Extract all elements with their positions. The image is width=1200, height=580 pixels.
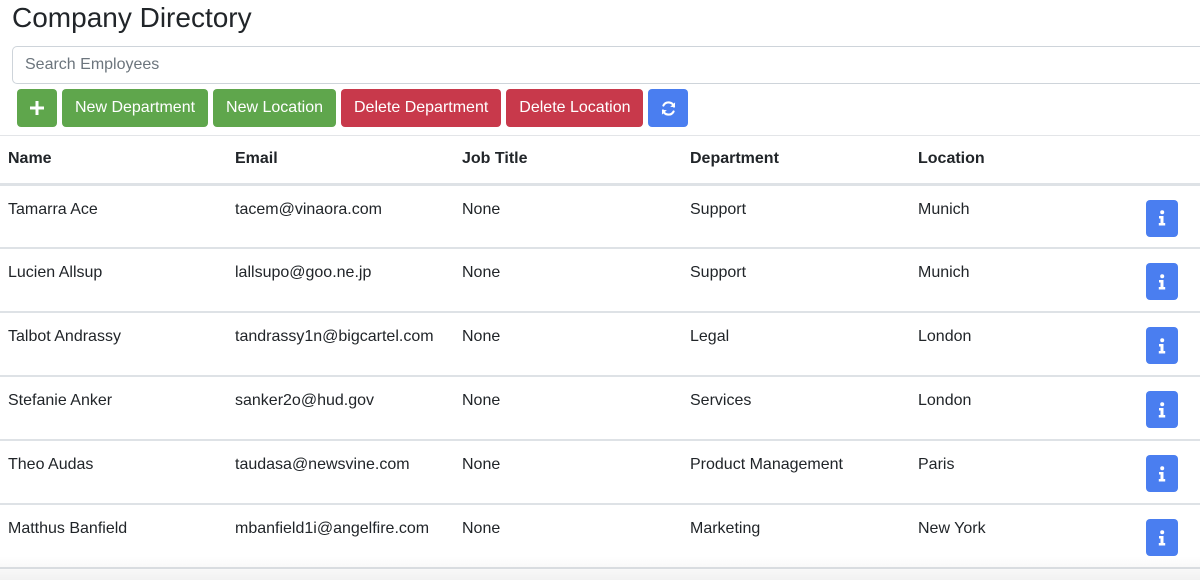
info-button[interactable] (1146, 199, 1178, 237)
cell-email: tacem@vinaora.com (227, 184, 454, 249)
cell-actions (1138, 504, 1200, 569)
table-body: Tamarra Ace tacem@vinaora.com None Suppo… (0, 184, 1200, 569)
refresh-icon (661, 100, 676, 116)
cell-job-title: None (454, 248, 682, 313)
cell-name: Theo Audas (0, 440, 227, 505)
column-header-name[interactable]: Name (0, 136, 227, 186)
cell-job-title: None (454, 184, 682, 249)
column-header-department[interactable]: Department (682, 136, 910, 186)
cell-job-title: None (454, 376, 682, 441)
table-row: Talbot Andrassy tandrassy1n@bigcartel.co… (0, 312, 1200, 377)
cell-job-title: None (454, 440, 682, 505)
cell-department: Support (682, 184, 910, 249)
cell-actions (1138, 440, 1200, 505)
cell-location: Munich (910, 184, 1138, 249)
cell-department: Product Management (682, 440, 910, 505)
plus-icon (30, 101, 44, 115)
info-icon (1158, 210, 1166, 226)
info-button[interactable] (1146, 391, 1178, 428)
cell-location: Paris (910, 440, 1138, 505)
cell-actions (1138, 184, 1200, 249)
cell-name: Talbot Andrassy (0, 312, 227, 377)
info-button[interactable] (1146, 263, 1178, 300)
column-header-actions (1138, 136, 1200, 186)
column-header-email[interactable]: Email (227, 136, 454, 186)
table-header-row: Name Email Job Title Department Location (0, 136, 1200, 186)
cell-name: Lucien Allsup (0, 248, 227, 313)
info-icon (1158, 337, 1166, 353)
cell-job-title: None (454, 312, 682, 377)
cell-location: New York (910, 504, 1138, 569)
info-button[interactable] (1146, 327, 1178, 364)
cell-department: Support (682, 248, 910, 313)
cell-department: Legal (682, 312, 910, 377)
delete-department-button[interactable]: Delete Department (341, 89, 502, 127)
table-row: Tamarra Ace tacem@vinaora.com None Suppo… (0, 184, 1200, 249)
cell-department: Marketing (682, 504, 910, 569)
cell-email: tandrassy1n@bigcartel.com (227, 312, 454, 377)
cell-actions (1138, 312, 1200, 377)
cell-email: mbanfield1i@angelfire.com (227, 504, 454, 569)
info-icon (1158, 529, 1166, 545)
info-icon (1158, 401, 1166, 417)
cell-location: Munich (910, 248, 1138, 313)
cell-name: Stefanie Anker (0, 376, 227, 441)
new-department-button[interactable]: New Department (62, 89, 209, 127)
info-button[interactable] (1146, 455, 1178, 492)
column-header-job-title[interactable]: Job Title (454, 136, 682, 186)
cell-department: Services (682, 376, 910, 441)
employee-table: Name Email Job Title Department Location… (0, 136, 1200, 569)
table-row: Matthus Banfield mbanfield1i@angelfire.c… (0, 504, 1200, 569)
cell-name: Tamarra Ace (0, 184, 227, 249)
info-icon (1158, 273, 1166, 289)
cell-email: lallsupo@goo.ne.jp (227, 248, 454, 313)
table-row: Lucien Allsup lallsupo@goo.ne.jp None Su… (0, 248, 1200, 313)
column-header-location[interactable]: Location (910, 136, 1138, 186)
cell-actions (1138, 376, 1200, 441)
new-location-button[interactable]: New Location (213, 89, 336, 127)
cell-email: sanker2o@hud.gov (227, 376, 454, 441)
cell-actions (1138, 248, 1200, 313)
info-button[interactable] (1146, 519, 1178, 556)
toolbar: New Department New Location Delete Depar… (17, 89, 689, 127)
table-row: Stefanie Anker sanker2o@hud.gov None Ser… (0, 376, 1200, 441)
delete-location-button[interactable]: Delete Location (506, 89, 644, 127)
cell-job-title: None (454, 504, 682, 569)
cell-location: London (910, 312, 1138, 377)
cell-location: London (910, 376, 1138, 441)
refresh-button[interactable] (648, 89, 689, 127)
table-row: Theo Audas taudasa@newsvine.com None Pro… (0, 440, 1200, 505)
page-title: Company Directory (12, 2, 252, 33)
search-input[interactable] (12, 46, 1200, 84)
cell-name: Matthus Banfield (0, 504, 227, 569)
info-icon (1158, 465, 1166, 481)
cell-email: taudasa@newsvine.com (227, 440, 454, 505)
add-employee-button[interactable] (17, 89, 57, 127)
